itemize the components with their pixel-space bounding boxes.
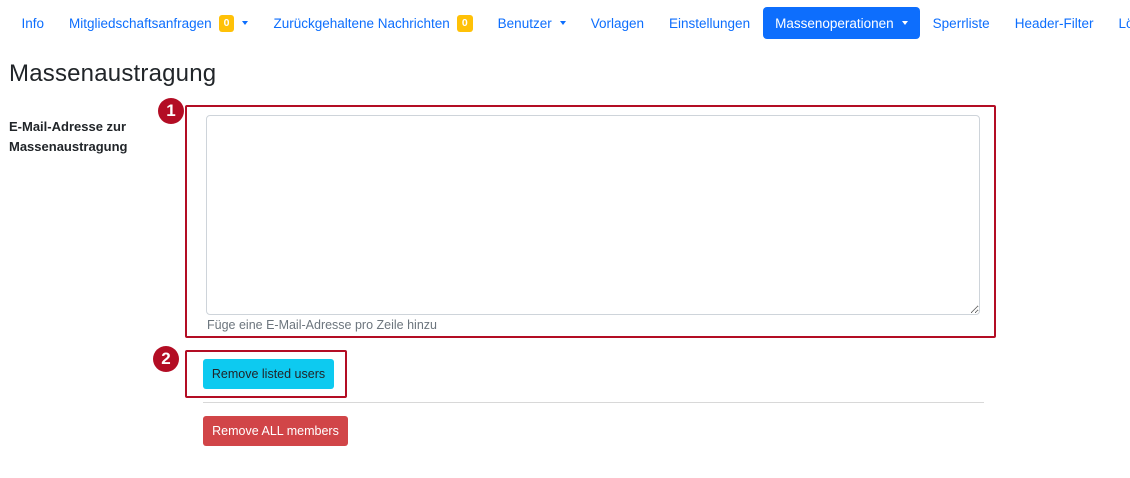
nav-users[interactable]: Benutzer [485, 7, 578, 39]
nav-templates-label: Vorlagen [590, 15, 645, 31]
list-admin-nav: Info Mitgliedschaftsanfragen 0 Zurückgeh… [9, 7, 1130, 39]
emails-help-text: Füge eine E-Mail-Adresse pro Zeile hinzu [207, 318, 437, 332]
nav-delete-label: Löschen [1118, 15, 1130, 31]
nav-membership-requests[interactable]: Mitgliedschaftsanfragen 0 [57, 7, 261, 39]
nav-templates[interactable]: Vorlagen [578, 7, 656, 39]
nav-mass-operations-label: Massenoperationen [775, 15, 894, 31]
held-messages-count-badge: 0 [456, 14, 473, 32]
page-title: Massenaustragung [9, 60, 217, 87]
nav-held-messages[interactable]: Zurückgehaltene Nachrichten 0 [261, 7, 485, 39]
nav-ban-list[interactable]: Sperrliste [920, 7, 1002, 39]
divider [203, 402, 984, 403]
emails-field-label: E-Mail-Adresse zur Massenaustragung [9, 119, 128, 154]
remove-all-members-button[interactable]: Remove ALL members [203, 416, 348, 446]
chevron-down-icon [901, 21, 908, 25]
nav-header-filters[interactable]: Header-Filter [1002, 7, 1106, 39]
nav-settings-label: Einstellungen [669, 15, 751, 31]
nav-membership-requests-label: Mitgliedschaftsanfragen [69, 15, 212, 31]
nav-users-label: Benutzer [497, 15, 552, 31]
marker-1: 1 [158, 98, 184, 124]
chevron-down-icon [242, 21, 249, 25]
nav-ban-list-label: Sperrliste [932, 15, 990, 31]
nav-header-filters-label: Header-Filter [1014, 15, 1094, 31]
remove-listed-users-button[interactable]: Remove listed users [203, 359, 334, 389]
chevron-down-icon [559, 21, 566, 25]
nav-mass-operations[interactable]: Massenoperationen [762, 7, 921, 39]
nav-held-messages-label: Zurückgehaltene Nachrichten [273, 15, 450, 31]
nav-info-label: Info [21, 15, 45, 31]
nav-settings[interactable]: Einstellungen [657, 7, 763, 39]
membership-requests-count-badge: 0 [218, 14, 235, 32]
nav-info[interactable]: Info [9, 7, 57, 39]
emails-textarea[interactable] [206, 115, 980, 315]
marker-2: 2 [153, 346, 179, 372]
nav-delete[interactable]: Löschen [1106, 7, 1130, 39]
